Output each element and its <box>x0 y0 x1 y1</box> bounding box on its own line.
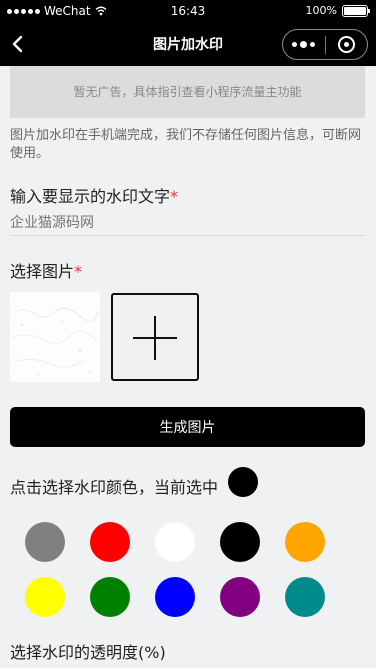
color-swatch[interactable] <box>90 522 130 562</box>
watermark-text-label: 输入要显示的水印文字* <box>10 183 178 207</box>
required-mark: * <box>170 187 179 206</box>
privacy-notice: 图片加水印在手机端完成，我们不存储任何图片信息，可断网使用。 <box>10 128 362 161</box>
menu-capsule <box>282 29 368 60</box>
current-color-indicator <box>228 467 258 497</box>
color-swatch[interactable] <box>90 577 130 617</box>
close-icon[interactable] <box>325 30 367 59</box>
color-swatch[interactable] <box>220 522 260 562</box>
ad-banner: 暂无广告，具体指引查看小程序流量主功能 <box>10 66 365 118</box>
generate-image-button[interactable]: 生成图片 <box>10 407 365 447</box>
battery-icon <box>342 4 370 17</box>
battery-percent: 100% <box>305 4 337 17</box>
required-mark: * <box>74 262 83 281</box>
color-swatch[interactable] <box>25 522 65 562</box>
watermark-text-label-text: 输入要显示的水印文字 <box>10 187 171 206</box>
color-swatch[interactable] <box>25 577 65 617</box>
color-swatch[interactable] <box>220 577 260 617</box>
status-right: 100% <box>305 4 370 17</box>
status-bar: WeChat 16:43 100% <box>0 0 376 22</box>
selected-image-thumbnail[interactable] <box>10 292 100 382</box>
more-icon[interactable] <box>283 30 325 59</box>
opacity-label: 选择水印的透明度(%) <box>10 643 166 662</box>
color-select-label: 点击选择水印颜色，当前选中 <box>10 478 219 497</box>
add-image-button[interactable] <box>111 293 199 381</box>
color-swatch[interactable] <box>155 577 195 617</box>
color-swatch[interactable] <box>285 522 325 562</box>
color-swatch[interactable] <box>285 577 325 617</box>
color-swatch[interactable] <box>155 522 195 562</box>
select-image-label-text: 选择图片 <box>10 262 75 281</box>
select-image-label: 选择图片* <box>10 258 82 282</box>
nav-bar: 图片加水印 <box>0 22 376 66</box>
watermark-text-input[interactable] <box>10 210 365 236</box>
thumbnail-image <box>10 292 100 382</box>
